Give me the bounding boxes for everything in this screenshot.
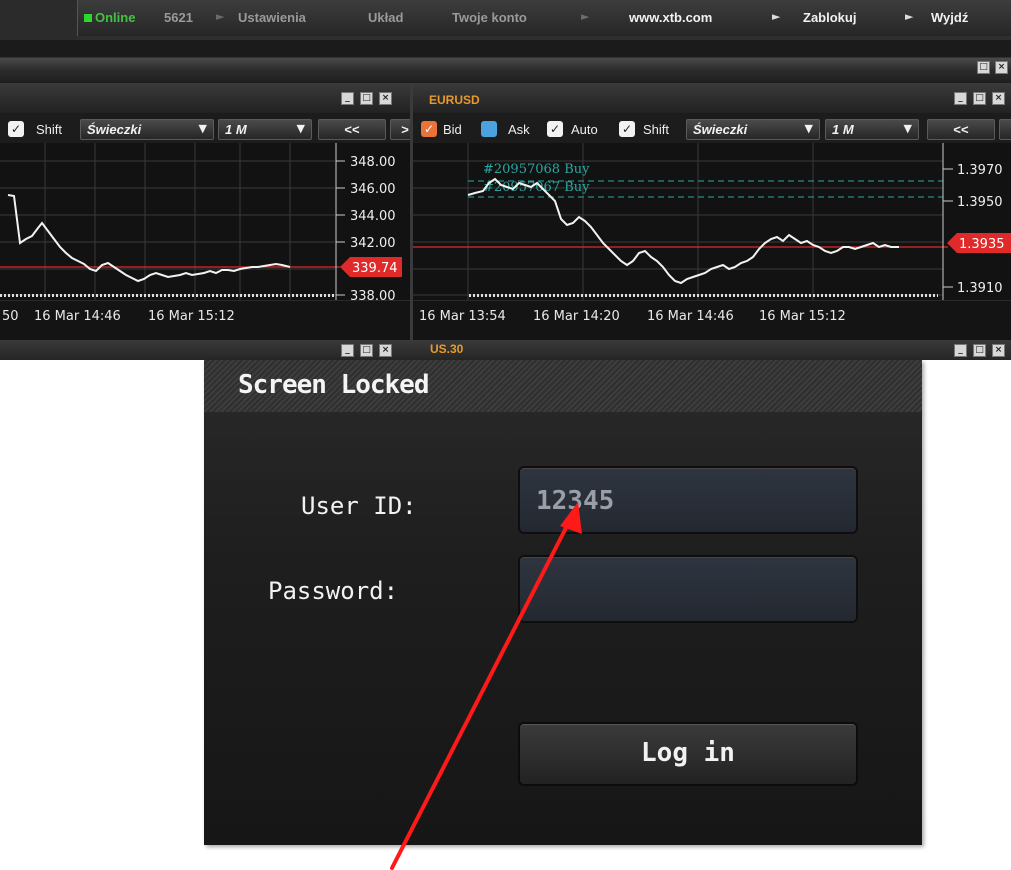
annotation-arrow-icon: [390, 502, 582, 870]
